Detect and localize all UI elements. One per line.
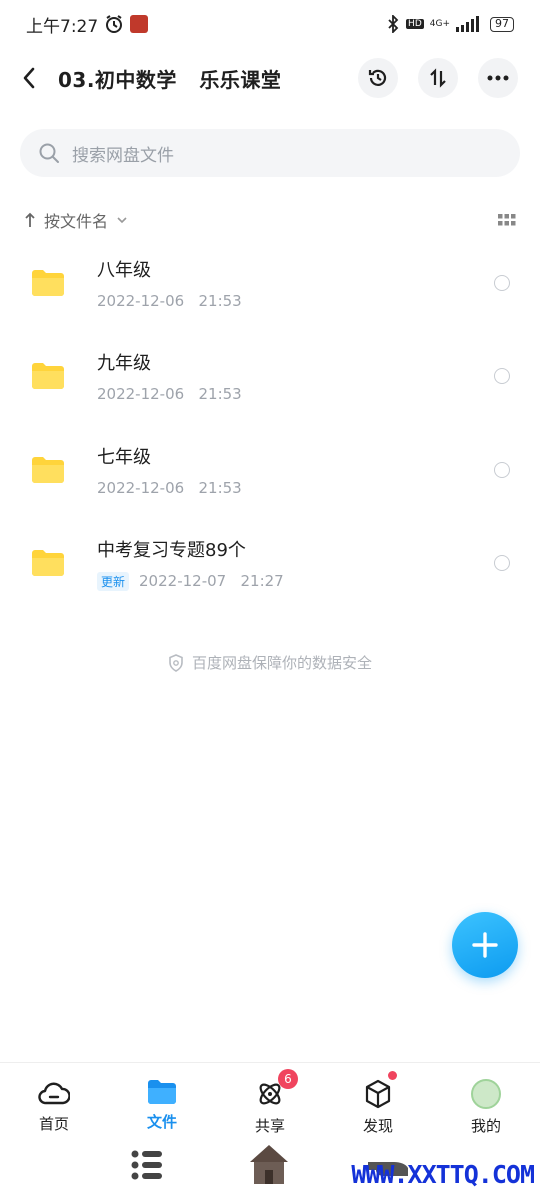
- tab-share[interactable]: 6 共享: [216, 1063, 324, 1146]
- tab-files[interactable]: 文件: [108, 1063, 216, 1146]
- chevron-down-icon: [117, 217, 127, 224]
- cube-icon: [365, 1079, 391, 1109]
- add-button[interactable]: [452, 912, 518, 978]
- tab-label: 发现: [362, 1117, 393, 1135]
- update-badge: 更新: [97, 571, 130, 591]
- hd-indicator: HD: [406, 19, 424, 29]
- bottom-tab-bar: 首页 文件 6 共享 发现 我的: [0, 1062, 540, 1146]
- history-icon: [368, 69, 387, 86]
- notification-dot: [388, 1071, 397, 1080]
- history-button[interactable]: [358, 58, 398, 98]
- folder-icon: [148, 1080, 176, 1104]
- chevron-left-icon: [23, 67, 35, 89]
- security-text: 百度网盘保障你的数据安全: [191, 654, 372, 672]
- file-date: 2022-12-07 21:27: [139, 572, 284, 591]
- notification-badge: 6: [278, 1069, 298, 1089]
- file-name: 中考复习专题89个: [97, 539, 246, 561]
- avatar: [471, 1079, 501, 1109]
- signal-icon: [456, 16, 479, 32]
- list-item[interactable]: 八年级 2022-12-06 21:53: [0, 236, 540, 330]
- plus-icon: [472, 932, 498, 958]
- page-title: 03.初中数学 乐乐课堂: [58, 67, 282, 92]
- view-toggle-button[interactable]: [498, 211, 516, 230]
- search-icon: [39, 143, 59, 163]
- folder-icon: [32, 363, 64, 390]
- tab-label: 我的: [470, 1117, 501, 1135]
- file-name: 八年级: [97, 259, 151, 281]
- file-date: 2022-12-06 21:53: [97, 385, 242, 404]
- list-item[interactable]: 七年级 2022-12-06 21:53: [0, 423, 540, 517]
- more-button[interactable]: [478, 58, 518, 98]
- select-radio[interactable]: [494, 368, 510, 385]
- transfer-button[interactable]: [418, 58, 458, 98]
- back-button[interactable]: [22, 58, 46, 98]
- home-hut-icon[interactable]: [246, 1142, 292, 1186]
- select-radio[interactable]: [494, 274, 510, 291]
- search-placeholder: 搜索网盘文件: [72, 145, 174, 166]
- folder-icon: [32, 456, 64, 483]
- security-note: 百度网盘保障你的数据安全: [0, 652, 540, 673]
- select-radio[interactable]: [494, 461, 510, 478]
- folder-icon: [32, 550, 64, 577]
- more-dots-icon: [487, 75, 509, 81]
- header: 03.初中数学 乐乐课堂: [0, 54, 540, 102]
- search-input[interactable]: 搜索网盘文件: [20, 129, 520, 177]
- file-name: 九年级: [97, 353, 151, 375]
- list-item[interactable]: 中考复习专题89个 更新 2022-12-07 21:27: [0, 517, 540, 611]
- menu-list-icon[interactable]: [130, 1148, 164, 1182]
- system-navigation: WWW.XXTTQ.COM: [0, 1145, 540, 1200]
- alarm-icon: [106, 15, 123, 33]
- sort-arrow-up-icon: [25, 212, 35, 227]
- file-date: 2022-12-06 21:53: [97, 291, 242, 310]
- tab-discover[interactable]: 发现: [324, 1063, 432, 1146]
- list-item[interactable]: 九年级 2022-12-06 21:53: [0, 330, 540, 424]
- sort-bar: 按文件名: [24, 205, 516, 235]
- app-notification-icon: [130, 15, 149, 33]
- bluetooth-icon: [388, 15, 399, 33]
- tab-home[interactable]: 首页: [0, 1063, 108, 1146]
- tab-label: 共享: [254, 1117, 285, 1135]
- network-type: 4G+: [429, 19, 450, 29]
- watermark: WWW.XXTTQ.COM: [351, 1160, 535, 1189]
- status-time: 上午7:27: [26, 16, 99, 37]
- cloud-home-icon: [38, 1082, 70, 1105]
- sort-dropdown[interactable]: 按文件名: [44, 208, 108, 232]
- tab-label: 首页: [38, 1115, 69, 1133]
- file-name: 七年级: [97, 446, 151, 468]
- tab-label: 文件: [146, 1113, 177, 1131]
- grid-view-icon: [498, 213, 516, 225]
- file-date: 2022-12-06 21:53: [97, 478, 242, 497]
- shield-icon: [169, 653, 183, 672]
- transfer-arrows-icon: [430, 68, 446, 88]
- select-radio[interactable]: [494, 555, 510, 572]
- file-list: 八年级 2022-12-06 21:53 九年级 2022-12-06 21:5…: [0, 236, 540, 610]
- status-bar: 上午7:27 HD 4G+ 97: [0, 0, 540, 48]
- folder-icon: [32, 269, 64, 296]
- battery-indicator: 97: [490, 16, 514, 32]
- tab-profile[interactable]: 我的: [432, 1063, 540, 1146]
